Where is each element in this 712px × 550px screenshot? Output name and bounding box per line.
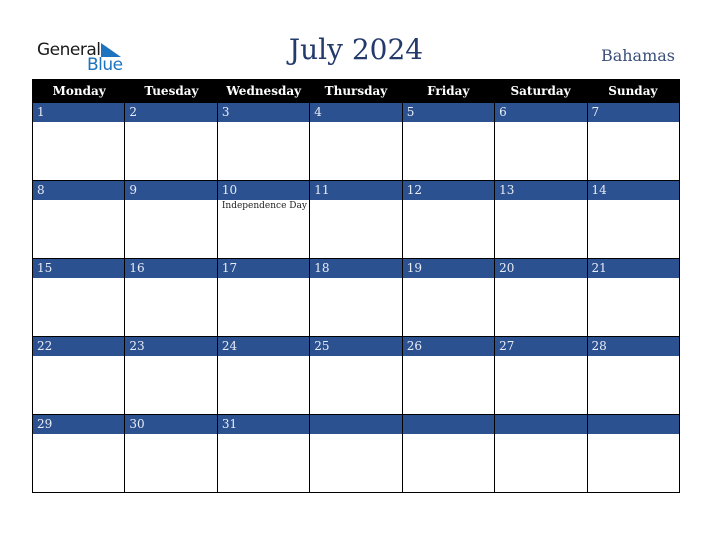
weekday-label: Thursday <box>324 84 388 98</box>
day-cell[interactable]: 7 <box>586 103 679 180</box>
day-number: 10 <box>217 181 310 200</box>
day-number: 6 <box>495 103 587 122</box>
day-number: 19 <box>402 259 495 278</box>
day-cell[interactable]: 16 <box>124 259 217 336</box>
day-cell[interactable]: 6 <box>494 103 587 180</box>
day-cell[interactable]: 10 Independence Day <box>216 181 310 258</box>
weekday-label: Sunday <box>608 84 658 98</box>
week-row: 15 16 17 18 19 20 21 <box>33 258 679 336</box>
week-row: 1234567 <box>33 102 679 180</box>
day-number: 23 <box>125 337 217 356</box>
day-number: 9 <box>125 181 217 200</box>
weekday-label: Wednesday <box>226 84 302 98</box>
day-number: 27 <box>495 337 587 356</box>
day-cell[interactable] <box>401 415 495 492</box>
day-number: 12 <box>402 181 495 200</box>
day-number <box>402 415 495 434</box>
day-cell[interactable]: 25 <box>309 337 402 414</box>
day-number: 16 <box>125 259 217 278</box>
day-cell[interactable]: 24 <box>216 337 310 414</box>
weekday-header: Monday Tuesday Wednesday Thursday Friday… <box>33 80 679 102</box>
day-cell[interactable]: 8 <box>33 181 125 258</box>
day-cell[interactable]: 15 <box>33 259 125 336</box>
day-cell[interactable]: 12 <box>401 181 495 258</box>
day-cell[interactable]: 28 <box>586 337 679 414</box>
day-number: 15 <box>33 259 125 278</box>
day-number: 25 <box>310 337 402 356</box>
day-cell[interactable]: 23 <box>124 337 217 414</box>
day-cell[interactable]: 5 <box>401 103 495 180</box>
day-cell[interactable]: 1 <box>33 103 125 180</box>
holiday-label: Independence Day <box>221 201 307 211</box>
weekday-label: Tuesday <box>144 84 199 98</box>
week-row: 22 23 24 25 26 27 28 <box>33 336 679 414</box>
day-number: 17 <box>217 259 310 278</box>
week-row: 8 9 10 Independence Day 11 12 13 14 <box>33 180 679 258</box>
day-cell[interactable]: 9 <box>124 181 217 258</box>
day-number <box>310 415 402 434</box>
day-number: 28 <box>587 337 679 356</box>
day-cell[interactable]: 29 <box>33 415 125 492</box>
day-number: 22 <box>33 337 125 356</box>
day-number: 24 <box>217 337 310 356</box>
day-cell[interactable]: 3 <box>216 103 310 180</box>
day-cell[interactable]: 27 <box>494 337 587 414</box>
day-cell[interactable]: 20 <box>494 259 587 336</box>
day-number: 31 <box>217 415 310 434</box>
day-number: 2 <box>125 103 217 122</box>
day-cell[interactable]: 30 <box>124 415 217 492</box>
day-cell[interactable] <box>494 415 587 492</box>
day-number: 18 <box>310 259 402 278</box>
weekday-label: Friday <box>427 84 470 98</box>
day-cell[interactable]: 26 <box>401 337 495 414</box>
day-number: 26 <box>402 337 495 356</box>
weekday-label: Monday <box>52 84 106 98</box>
day-number: 3 <box>217 103 310 122</box>
day-cell[interactable]: 2 <box>124 103 217 180</box>
day-number: 7 <box>587 103 679 122</box>
day-cell[interactable]: 4 <box>309 103 402 180</box>
day-cell[interactable]: 14 <box>586 181 679 258</box>
day-cell[interactable]: 18 <box>309 259 402 336</box>
day-number: 20 <box>495 259 587 278</box>
day-number <box>495 415 587 434</box>
day-number: 14 <box>587 181 679 200</box>
weekday-label: Saturday <box>510 84 571 98</box>
day-cell[interactable]: 22 <box>33 337 125 414</box>
week-row: 29 30 31 <box>33 414 679 492</box>
day-cell[interactable]: 17 <box>216 259 310 336</box>
day-cell[interactable]: 11 <box>309 181 402 258</box>
day-number: 4 <box>310 103 402 122</box>
calendar-grid: Monday Tuesday Wednesday Thursday Friday… <box>32 79 680 493</box>
country-label: Bahamas <box>600 46 675 65</box>
day-cell[interactable]: 13 <box>494 181 587 258</box>
day-cell[interactable]: 21 <box>586 259 679 336</box>
day-number: 30 <box>125 415 217 434</box>
day-number: 13 <box>495 181 587 200</box>
day-number: 11 <box>310 181 402 200</box>
day-cell[interactable]: 31 <box>216 415 310 492</box>
day-number <box>587 415 679 434</box>
day-number: 1 <box>33 103 125 122</box>
day-number: 8 <box>33 181 125 200</box>
day-number: 5 <box>402 103 495 122</box>
day-cell[interactable] <box>309 415 402 492</box>
day-number: 29 <box>33 415 125 434</box>
day-cell[interactable]: 19 <box>401 259 495 336</box>
day-cell[interactable] <box>586 415 679 492</box>
day-number: 21 <box>587 259 679 278</box>
